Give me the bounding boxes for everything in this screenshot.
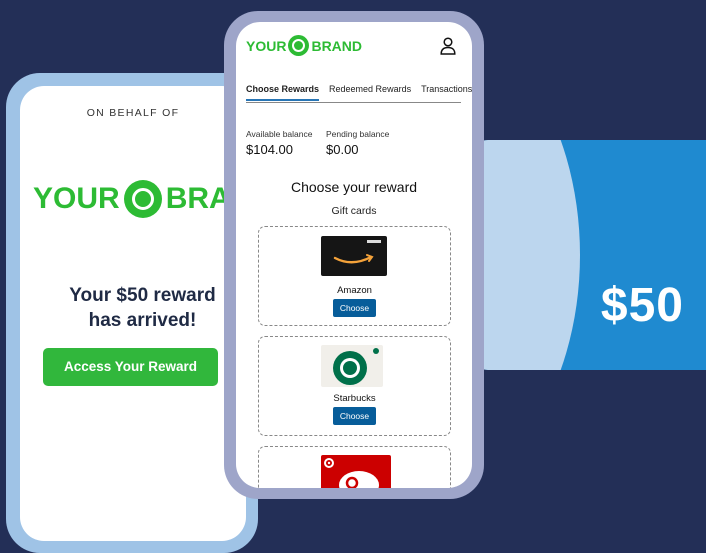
amazon-gift-card-image	[321, 236, 387, 276]
tab-transactions[interactable]: Transactions	[421, 84, 472, 101]
access-reward-button[interactable]: Access Your Reward	[43, 348, 218, 386]
available-balance-label: Available balance	[246, 129, 313, 139]
gift-card-option-starbucks: Starbucks Choose	[258, 336, 451, 436]
pending-balance-value: $0.00	[326, 142, 359, 157]
gift-cards-heading: Gift cards	[331, 205, 377, 217]
card-amount: $50	[600, 279, 684, 332]
right-phone-screen: YOUR BRAND Choose Rewards Redeemed Rewar…	[236, 22, 472, 488]
tab-choose-rewards[interactable]: Choose Rewards	[246, 84, 320, 101]
gift-card-name: Starbucks	[333, 393, 376, 404]
pending-balance-label: Pending balance	[326, 129, 390, 139]
tabs-divider	[246, 102, 461, 103]
on-behalf-label: ON BEHALF OF	[86, 107, 180, 119]
logo-text-left: YOUR	[33, 182, 120, 215]
choose-reward-title: Choose your reward	[290, 179, 418, 195]
gift-card-option-target	[258, 446, 451, 488]
target-gift-card-image	[321, 455, 391, 488]
fist-logo-icon	[288, 35, 310, 56]
gift-card-50: $50	[470, 140, 706, 370]
gift-card-option-amazon: Amazon Choose	[258, 226, 451, 326]
user-profile-icon[interactable]	[440, 37, 456, 55]
brand-logo: YOUR BRAND	[33, 180, 246, 218]
gift-card-name: Amazon	[337, 285, 372, 296]
starbucks-gift-card-image	[321, 345, 383, 387]
brand-logo-small: YOUR BRAND	[246, 35, 362, 56]
choose-starbucks-button[interactable]: Choose	[333, 407, 376, 425]
available-balance-value: $104.00	[246, 142, 293, 157]
reward-headline: Your $50 reward has arrived!	[69, 285, 216, 331]
card-arc-decoration	[470, 140, 580, 370]
reward-tabs: Choose Rewards Redeemed Rewards Transact…	[246, 84, 472, 101]
tab-redeemed-rewards[interactable]: Redeemed Rewards	[329, 84, 411, 101]
choose-amazon-button[interactable]: Choose	[333, 299, 376, 317]
left-phone-screen: ON BEHALF OF YOUR BRAND Your $50 reward …	[20, 86, 246, 541]
fist-logo-icon	[123, 180, 162, 218]
